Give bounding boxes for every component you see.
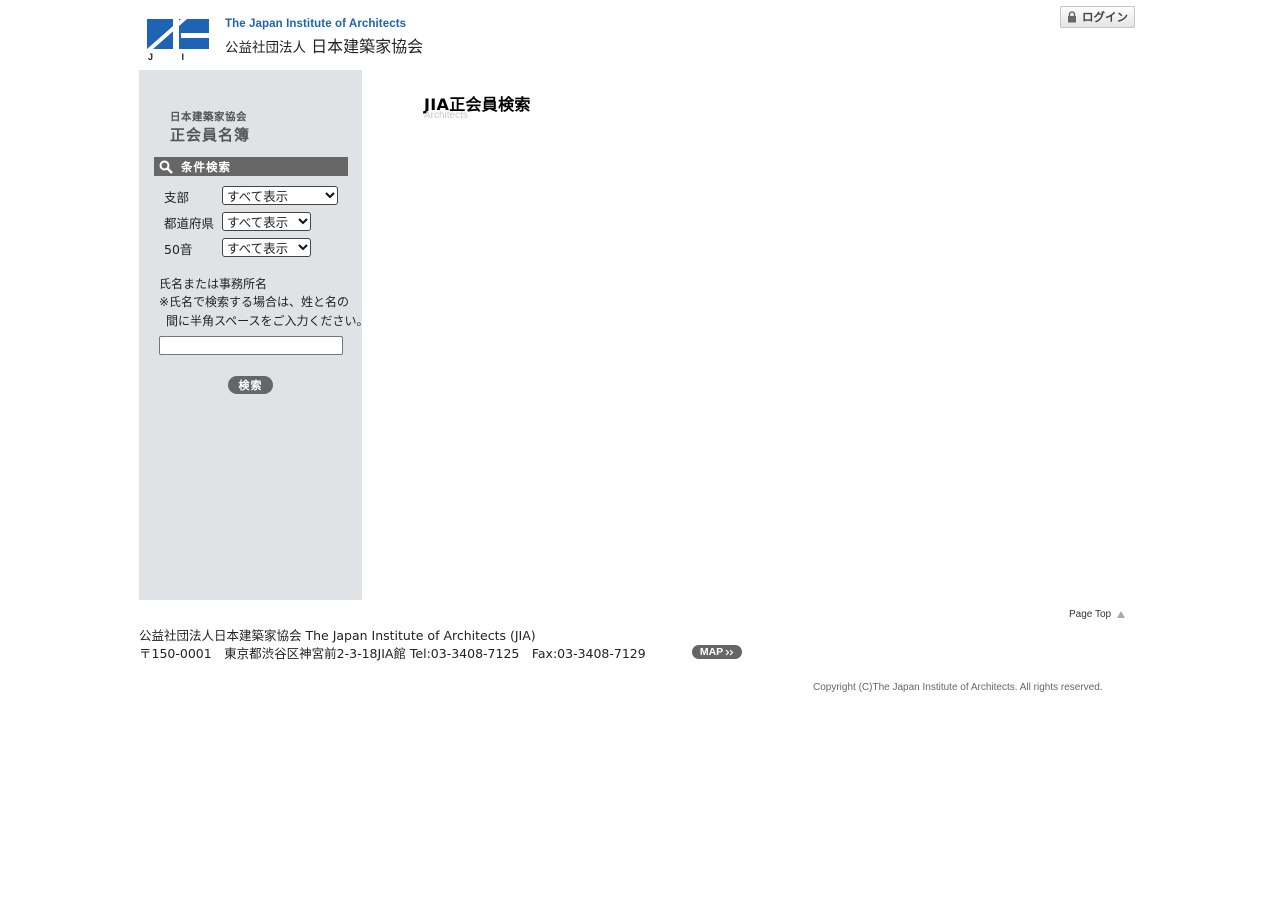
map-label: MAP: [699, 646, 724, 658]
lock-icon: [1068, 11, 1076, 23]
name-field-note-1: ※氏名で検索する場合は、姓と名の: [159, 295, 350, 309]
name-field-label: 氏名または事務所名: [159, 277, 268, 291]
double-chevron-right-icon: [725, 649, 734, 655]
prefecture-select-value: すべて表示: [227, 215, 289, 230]
search-icon: [159, 160, 173, 174]
name-search-input[interactable]: [159, 336, 343, 355]
logo-letters: J I A: [148, 52, 209, 61]
branch-select-value: すべて表示: [227, 189, 289, 204]
chevron-down-icon: [296, 218, 310, 225]
sidebar-title: 正会員名簿: [170, 126, 251, 144]
prefecture-select[interactable]: すべて表示: [222, 212, 311, 231]
sidebar-subtitle: 日本建築家協会: [170, 111, 247, 123]
sidebar: 日本建築家協会 正会員名簿 条件検索 支部 すべて表示 都道府県 すべて表示 5…: [139, 70, 369, 600]
search-conditions-bar: 条件検索: [154, 157, 348, 176]
org-name-ja-block: 公益社団法人 日本建築家協会: [225, 33, 423, 57]
page-subtitle: Architects: [424, 110, 468, 121]
login-label: ログイン: [1082, 10, 1128, 24]
triangle-up-icon: [1117, 611, 1126, 618]
branch-label: 支部: [164, 190, 190, 205]
chevron-down-icon: [323, 192, 337, 199]
search-button[interactable]: 検索: [228, 376, 273, 394]
kana-select[interactable]: すべて表示: [222, 238, 311, 257]
login-button[interactable]: ログイン: [1060, 6, 1135, 28]
footer-org-line: 公益社団法人日本建築家協会 The Japan Institute of Arc…: [139, 628, 536, 643]
map-button[interactable]: MAP: [692, 645, 742, 659]
org-name-en: The Japan Institute of Architects: [225, 18, 407, 30]
org-type: 公益社団法人: [225, 40, 306, 56]
name-field-note-2: 間に半角スペースをご入力ください。: [166, 314, 369, 328]
copyright: Copyright (C)The Japan Institute of Arch…: [813, 682, 1103, 693]
search-conditions-label: 条件検索: [181, 159, 231, 174]
branch-select[interactable]: すべて表示: [222, 186, 338, 205]
prefecture-label: 都道府県: [164, 216, 215, 231]
jia-logo-mark[interactable]: J I A: [147, 19, 219, 62]
footer-address-line: 〒150-0001 東京都渋谷区神宮前2-3-18JIA館 Tel:03-340…: [139, 646, 646, 661]
chevron-down-icon: [296, 244, 310, 251]
kana-label: 50音: [164, 242, 193, 257]
org-name-ja: 日本建築家協会: [311, 37, 424, 56]
kana-select-value: すべて表示: [227, 241, 289, 256]
page-top-link[interactable]: Page Top: [1069, 609, 1126, 620]
page-top-label: Page Top: [1069, 609, 1112, 620]
